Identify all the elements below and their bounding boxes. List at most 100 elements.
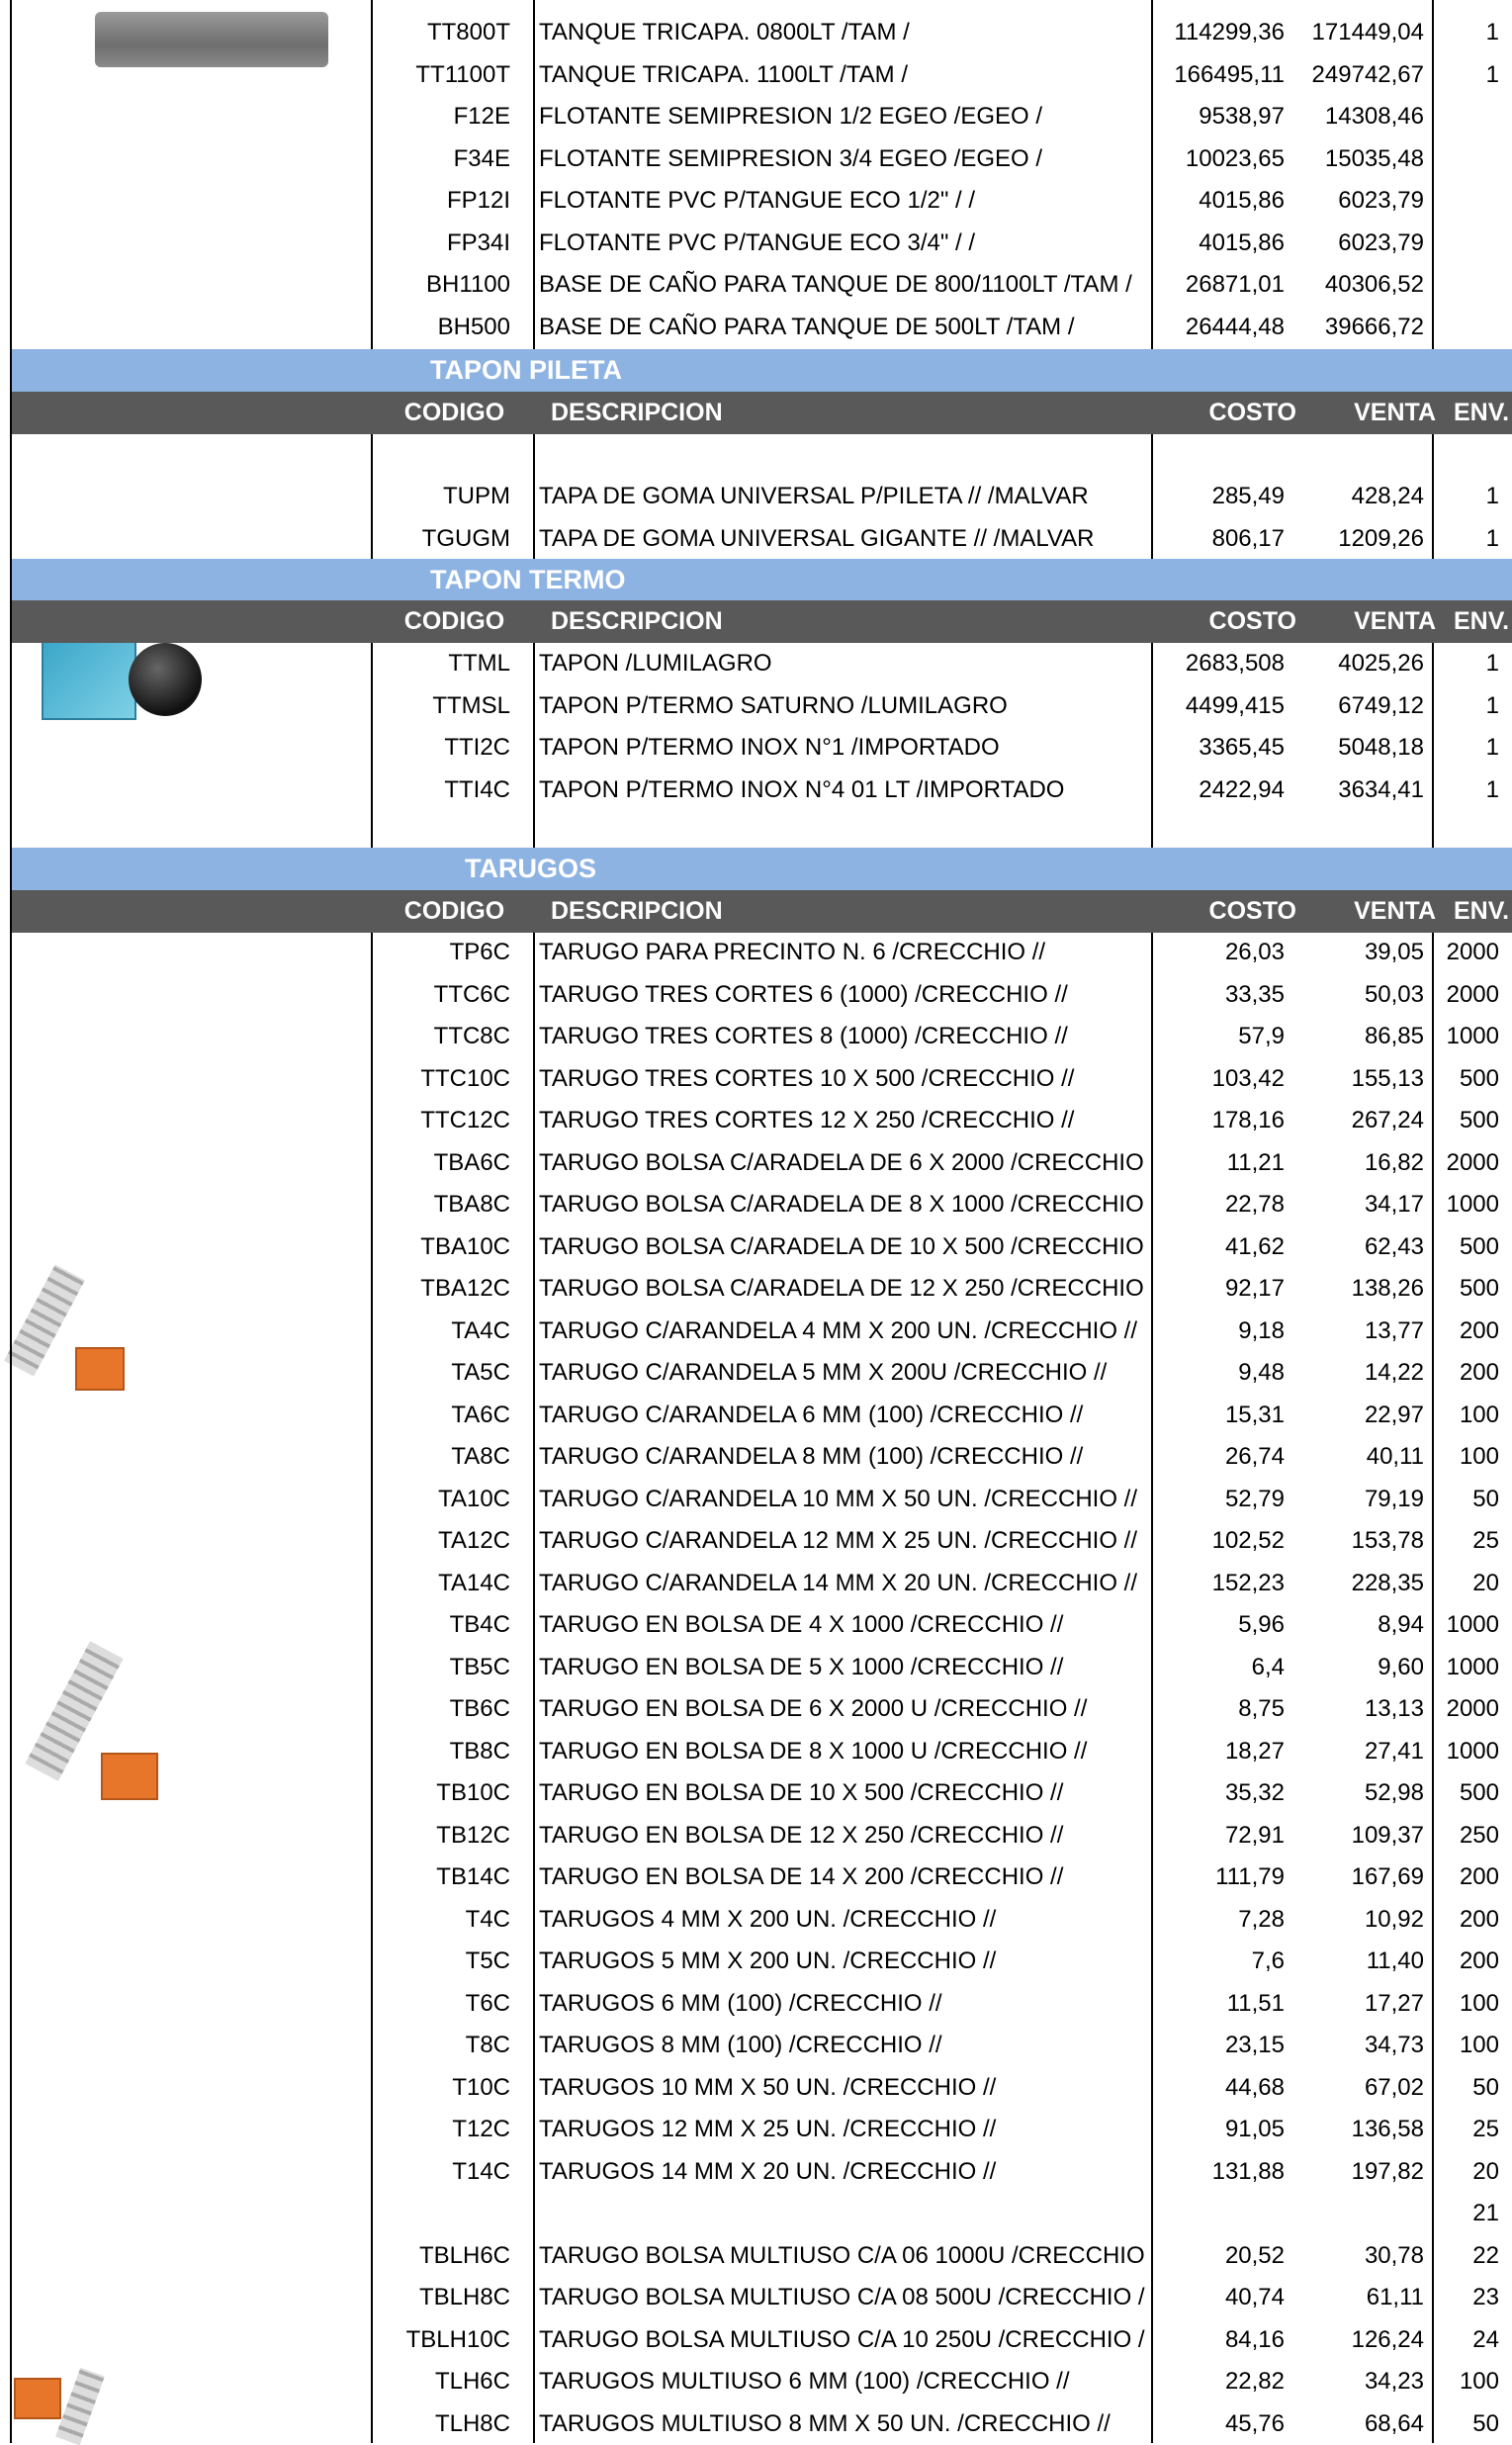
product-sale-price: 40306,52 xyxy=(1291,264,1431,307)
product-sale-price: 22,97 xyxy=(1291,1395,1431,1437)
table-row: TT800TTANQUE TRICAPA. 0800LT /TAM /11429… xyxy=(0,12,1512,54)
product-sale-price: 167,69 xyxy=(1291,1856,1431,1899)
table-row: T14CTARUGOS 14 MM X 20 UN. /CRECCHIO //1… xyxy=(0,2151,1512,2194)
product-code: F34E xyxy=(371,138,514,181)
header-code: CODIGO xyxy=(383,600,526,643)
product-cost: 5,96 xyxy=(1153,1604,1291,1647)
section-header-tapon-pileta: TAPON PILETA xyxy=(12,349,1512,392)
product-sale-price: 9,60 xyxy=(1291,1647,1431,1689)
product-cost: 7,6 xyxy=(1153,1941,1291,1983)
product-sale-price: 153,78 xyxy=(1291,1520,1431,1563)
product-sale-price: 39,05 xyxy=(1291,932,1431,974)
header-description: DESCRIPCION xyxy=(547,392,1162,434)
product-pack-qty: 200 xyxy=(1434,1352,1505,1395)
product-code: TB8C xyxy=(371,1731,514,1773)
product-pack-qty: 1 xyxy=(1434,685,1505,728)
product-sale-price: 136,58 xyxy=(1291,2109,1431,2151)
product-code: TA6C xyxy=(371,1395,514,1437)
product-pack-qty xyxy=(1434,180,1505,223)
product-code: TB10C xyxy=(371,1772,514,1815)
product-sale-price: 428,24 xyxy=(1291,476,1431,518)
product-description: TAPON P/TERMO SATURNO /LUMILAGRO xyxy=(535,685,1150,728)
product-description: BASE DE CAÑO PARA TANQUE DE 800/1100LT /… xyxy=(535,264,1150,307)
product-code: BH1100 xyxy=(371,264,514,307)
product-sale-price: 1209,26 xyxy=(1291,518,1431,561)
table-row: TGUGMTAPA DE GOMA UNIVERSAL GIGANTE // /… xyxy=(0,518,1512,561)
product-code: TA4C xyxy=(371,1311,514,1353)
product-sale-price: 68,64 xyxy=(1291,2403,1431,2445)
product-sale-price: 267,24 xyxy=(1291,1100,1431,1142)
product-sale-price: 67,02 xyxy=(1291,2067,1431,2110)
product-pack-qty: 1 xyxy=(1434,770,1505,812)
product-sale-price: 30,78 xyxy=(1291,2235,1431,2278)
product-sale-price: 14,22 xyxy=(1291,1352,1431,1395)
product-pack-qty: 1000 xyxy=(1434,1731,1505,1773)
table-row: T5CTARUGOS 5 MM X 200 UN. /CRECCHIO //7,… xyxy=(0,1941,1512,1983)
product-description: TARUGO BOLSA MULTIUSO C/A 06 1000U /CREC… xyxy=(535,2235,1150,2278)
table-row: TLH6CTARUGOS MULTIUSO 6 MM (100) /CRECCH… xyxy=(0,2361,1512,2403)
header-env: ENV. xyxy=(1446,890,1512,933)
product-pack-qty: 1 xyxy=(1434,12,1505,54)
table-row: TB12CTARUGO EN BOLSA DE 12 X 250 /CRECCH… xyxy=(0,1815,1512,1857)
table-row: TB4CTARUGO EN BOLSA DE 4 X 1000 /CRECCHI… xyxy=(0,1604,1512,1647)
product-pack-qty xyxy=(1434,223,1505,265)
table-row: TA10CTARUGO C/ARANDELA 10 MM X 50 UN. /C… xyxy=(0,1479,1512,1521)
product-description: TARUGO EN BOLSA DE 10 X 500 /CRECCHIO // xyxy=(535,1772,1150,1815)
table-row: TTI2CTAPON P/TERMO INOX N°1 /IMPORTADO33… xyxy=(0,727,1512,770)
product-description: TARUGOS MULTIUSO 8 MM X 50 UN. /CRECCHIO… xyxy=(535,2403,1150,2445)
product-code: TTI4C xyxy=(371,770,514,812)
table-row: F12EFLOTANTE SEMIPRESION 1/2 EGEO /EGEO … xyxy=(0,96,1512,138)
product-description: TARUGO TRES CORTES 8 (1000) /CRECCHIO // xyxy=(535,1016,1150,1058)
product-pack-qty: 1000 xyxy=(1434,1016,1505,1058)
table-row: TBLH8CTARUGO BOLSA MULTIUSO C/A 08 500U … xyxy=(0,2277,1512,2319)
product-code: TB5C xyxy=(371,1647,514,1689)
table-row: TUPMTAPA DE GOMA UNIVERSAL P/PILETA // /… xyxy=(0,476,1512,518)
product-pack-qty: 23 xyxy=(1434,2277,1505,2319)
product-code: TB6C xyxy=(371,1688,514,1731)
product-cost: 23,15 xyxy=(1153,2025,1291,2067)
product-sale-price: 171449,04 xyxy=(1291,12,1431,54)
table-row: TTMLTAPON /LUMILAGRO2683,5084025,261 xyxy=(0,643,1512,685)
product-pack-qty: 1 xyxy=(1434,643,1505,685)
product-description: TARUGO C/ARANDELA 12 MM X 25 UN. /CRECCH… xyxy=(535,1520,1150,1563)
table-row: T4CTARUGOS 4 MM X 200 UN. /CRECCHIO //7,… xyxy=(0,1899,1512,1942)
product-description: TARUGO TRES CORTES 12 X 250 /CRECCHIO // xyxy=(535,1100,1150,1142)
product-sale-price: 5048,18 xyxy=(1291,727,1431,770)
product-pack-qty: 2000 xyxy=(1434,974,1505,1017)
header-sale: VENTA xyxy=(1303,392,1443,434)
table-row: TBA12CTARUGO BOLSA C/ARADELA DE 12 X 250… xyxy=(0,1268,1512,1311)
product-sale-price: 39666,72 xyxy=(1291,307,1431,349)
table-row: TTC8CTARUGO TRES CORTES 8 (1000) /CRECCH… xyxy=(0,1016,1512,1058)
table-row: TB14CTARUGO EN BOLSA DE 14 X 200 /CRECCH… xyxy=(0,1856,1512,1899)
product-cost xyxy=(1153,2193,1291,2235)
product-pack-qty: 1000 xyxy=(1434,1647,1505,1689)
product-cost: 6,4 xyxy=(1153,1647,1291,1689)
header-sale: VENTA xyxy=(1303,600,1443,643)
product-sale-price: 52,98 xyxy=(1291,1772,1431,1815)
product-pack-qty: 2000 xyxy=(1434,1688,1505,1731)
product-sale-price: 50,03 xyxy=(1291,974,1431,1017)
product-cost: 152,23 xyxy=(1153,1563,1291,1605)
product-pack-qty: 24 xyxy=(1434,2319,1505,2362)
product-pack-qty: 2000 xyxy=(1434,1142,1505,1185)
table-row: T10CTARUGOS 10 MM X 50 UN. /CRECCHIO //4… xyxy=(0,2067,1512,2110)
table-row: TTC12CTARUGO TRES CORTES 12 X 250 /CRECC… xyxy=(0,1100,1512,1142)
product-cost: 4015,86 xyxy=(1153,223,1291,265)
product-description xyxy=(535,2193,1150,2235)
product-pack-qty: 1 xyxy=(1434,727,1505,770)
product-code: TB12C xyxy=(371,1815,514,1857)
product-code: TB14C xyxy=(371,1856,514,1899)
product-cost: 40,74 xyxy=(1153,2277,1291,2319)
product-code: TUPM xyxy=(371,476,514,518)
product-code: TB4C xyxy=(371,1604,514,1647)
product-code: TGUGM xyxy=(371,518,514,561)
table-row: TLH8CTARUGOS MULTIUSO 8 MM X 50 UN. /CRE… xyxy=(0,2403,1512,2445)
product-code: T4C xyxy=(371,1899,514,1942)
table-row: TBLH10CTARUGO BOLSA MULTIUSO C/A 10 250U… xyxy=(0,2319,1512,2362)
product-code: TTC6C xyxy=(371,974,514,1017)
column-header-row: CODIGO DESCRIPCION COSTO VENTA ENV. xyxy=(12,392,1512,434)
product-description: TANQUE TRICAPA. 0800LT /TAM / xyxy=(535,12,1150,54)
product-pack-qty: 100 xyxy=(1434,1395,1505,1437)
product-cost: 26,03 xyxy=(1153,932,1291,974)
product-code: TBA12C xyxy=(371,1268,514,1311)
